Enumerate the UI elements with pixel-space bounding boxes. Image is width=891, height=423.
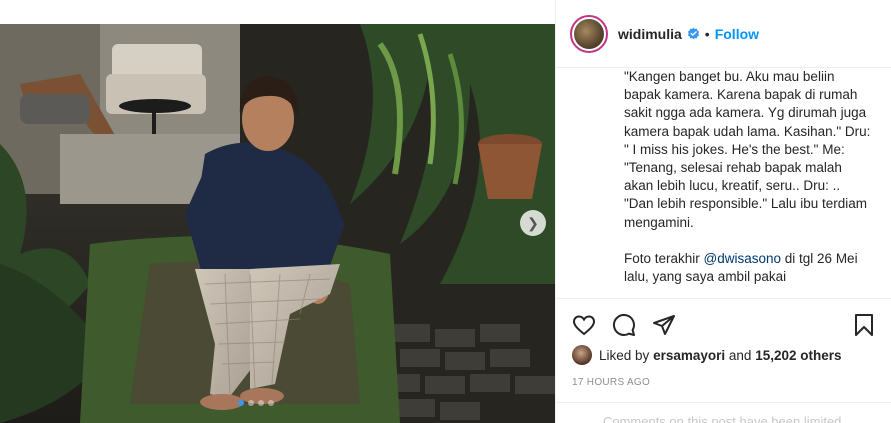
follow-button[interactable]: Follow [715, 26, 759, 42]
share-button[interactable] [652, 313, 676, 337]
carousel-dot [258, 400, 264, 406]
caption: "Kangen banget bu. Aku mau beliin bapak … [624, 68, 874, 298]
post-details-panel: widimulia • Follow "Kangen banget bu. Ak… [555, 0, 891, 423]
save-button[interactable] [852, 313, 876, 337]
like-button[interactable] [572, 313, 596, 337]
comments-limited-notice: Comments on this post have been limited. [556, 402, 891, 423]
bookmark-icon [855, 314, 873, 336]
carousel-dot [248, 400, 254, 406]
header-separator: • [704, 25, 710, 42]
likes-summary: Liked by ersamayori and 15,202 others [572, 345, 842, 365]
avatar[interactable] [570, 14, 608, 53]
post-image [0, 24, 555, 423]
caption-body: "Kangen banget bu. Aku mau beliin bapak … [624, 69, 871, 267]
share-icon [653, 315, 675, 335]
post-header: widimulia • Follow [556, 0, 891, 68]
likes-prefix: Liked by [599, 347, 650, 363]
carousel-next-button[interactable]: ❯ [520, 210, 546, 236]
username-link[interactable]: widimulia [618, 26, 682, 42]
liker-username[interactable]: ersamayori [653, 348, 725, 363]
carousel-dots [238, 400, 274, 406]
post-photo[interactable]: ❯ [0, 0, 555, 423]
comments-limited-text: Comments on this post have been limited. [602, 414, 846, 423]
action-bar [556, 298, 891, 348]
mention-link[interactable]: @dwisasono [704, 251, 782, 266]
caption-text: "Kangen banget bu. Aku mau beliin bapak … [624, 68, 874, 286]
comment-icon [612, 313, 635, 336]
liker-avatar[interactable] [572, 345, 592, 365]
likes-and: and [728, 347, 752, 363]
photo-top-margin [0, 0, 555, 24]
verified-badge-icon [687, 27, 699, 40]
carousel-dot [268, 400, 274, 406]
likes-count[interactable]: 15,202 others [755, 348, 841, 363]
heart-icon [572, 315, 596, 336]
chevron-right-icon: ❯ [527, 214, 539, 231]
comment-button[interactable] [612, 313, 636, 337]
post-timestamp[interactable]: 17 HOURS AGO [572, 377, 650, 388]
carousel-dot [238, 400, 244, 406]
